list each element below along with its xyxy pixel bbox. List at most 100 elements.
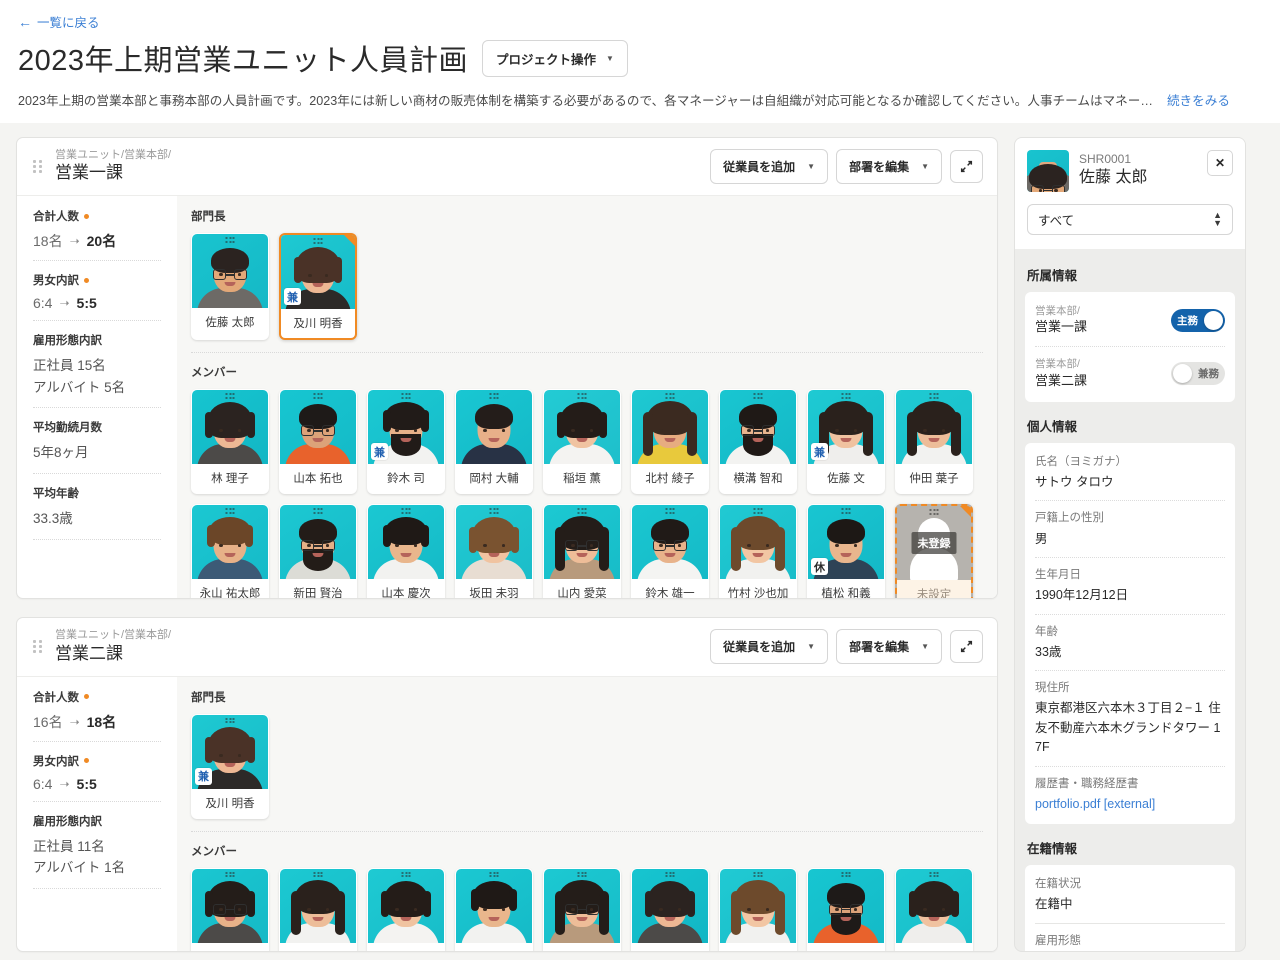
department-actions: 従業員を追加 ▼ 部署を編集 ▼ xyxy=(710,149,983,185)
drag-handle-icon[interactable] xyxy=(33,639,45,655)
project-action-label: プロジェクト操作 xyxy=(496,52,597,67)
drag-handle-icon[interactable] xyxy=(225,717,235,723)
person-card[interactable] xyxy=(807,867,885,952)
person-card[interactable]: 兼 及川 明香 xyxy=(279,233,357,341)
person-photo xyxy=(192,505,268,580)
person-card[interactable]: 横溝 智和 xyxy=(719,389,797,495)
affiliation-toggle[interactable]: 主務 xyxy=(1171,308,1225,332)
drag-handle-icon[interactable] xyxy=(753,508,763,514)
person-card[interactable]: 休 植松 和義 xyxy=(807,504,885,599)
person-card[interactable]: 佐藤 太郎 xyxy=(191,233,269,341)
edit-department-label: 部署を編集 xyxy=(849,640,910,655)
person-card[interactable] xyxy=(279,867,357,952)
drag-handle-icon[interactable] xyxy=(753,871,763,877)
person-card[interactable] xyxy=(367,867,445,952)
expand-button[interactable] xyxy=(950,150,983,184)
person-photo: 兼 xyxy=(808,390,884,465)
project-action-button[interactable]: プロジェクト操作 ▼ xyxy=(482,39,628,77)
drag-handle-icon[interactable] xyxy=(313,508,323,514)
edit-department-button[interactable]: 部署を編集 ▼ xyxy=(836,629,942,665)
drag-handle-icon[interactable] xyxy=(313,393,323,399)
drag-handle-icon[interactable] xyxy=(665,393,675,399)
person-card[interactable]: 兼 及川 明香 xyxy=(191,713,269,819)
drag-handle-icon[interactable] xyxy=(489,393,499,399)
employee-detail-sections[interactable]: 所属情報 営業本部/ 営業一課 主務 営業本部/ 営業二課 兼務 個人情報 氏名… xyxy=(1015,249,1245,951)
person-card[interactable]: 仲田 葉子 xyxy=(895,389,973,495)
edit-department-button[interactable]: 部署を編集 ▼ xyxy=(836,149,942,185)
person-photo: 兼 xyxy=(281,235,355,310)
person-card[interactable]: 山内 愛菜 xyxy=(543,504,621,599)
person-card[interactable] xyxy=(543,867,621,952)
drag-handle-icon[interactable] xyxy=(33,159,45,175)
close-icon[interactable]: ✕ xyxy=(1207,150,1233,176)
person-card[interactable] xyxy=(631,867,709,952)
drag-handle-icon[interactable] xyxy=(225,393,235,399)
person-card[interactable]: 新田 賢治 xyxy=(279,504,357,599)
stat-item: 合計人数 16名 ➝ 18名 xyxy=(33,689,161,742)
add-employee-button[interactable]: 従業員を追加 ▼ xyxy=(710,629,829,665)
detail-field: 戸籍上の性別 男 xyxy=(1035,501,1225,558)
person-card[interactable] xyxy=(719,867,797,952)
person-card[interactable]: 永山 祐太郎 xyxy=(191,504,269,599)
manager-card-row: 佐藤 太郎 兼 及川 明香 xyxy=(191,233,983,341)
affiliation-toggle[interactable]: 兼務 xyxy=(1171,362,1225,386)
drag-handle-icon[interactable] xyxy=(489,508,499,514)
person-card[interactable]: 坂田 未羽 xyxy=(455,504,533,599)
detail-filter-select[interactable]: すべて ▲ ▼ xyxy=(1027,204,1233,235)
stat-item: 合計人数 18名 ➝ 20名 xyxy=(33,208,161,262)
stat-value-before: 6:4 xyxy=(33,775,53,792)
drag-handle-icon[interactable] xyxy=(577,393,587,399)
person-card[interactable] xyxy=(895,867,973,952)
expand-button[interactable] xyxy=(950,630,983,664)
person-card[interactable]: 竹村 沙也加 xyxy=(719,504,797,599)
person-card[interactable] xyxy=(191,867,269,952)
stat-value-after: 18名 xyxy=(86,713,117,730)
drag-handle-icon[interactable] xyxy=(401,871,411,877)
person-card[interactable]: 山本 拓也 xyxy=(279,389,357,495)
detail-field: 氏名（ヨミガナ） サトウ タロウ xyxy=(1035,445,1225,502)
person-card[interactable]: 林 理子 xyxy=(191,389,269,495)
drag-handle-icon[interactable] xyxy=(401,393,411,399)
toggle-knob xyxy=(1204,310,1223,330)
drag-handle-icon[interactable] xyxy=(225,237,235,243)
person-card[interactable]: 北村 綾子 xyxy=(631,389,709,495)
person-card[interactable]: 兼 鈴木 司 xyxy=(367,389,445,495)
person-card-unregistered[interactable]: 未登録 未設定 xyxy=(895,504,973,599)
back-link-label: 一覧に戻る xyxy=(37,16,100,30)
edit-department-label: 部署を編集 xyxy=(849,160,910,175)
drag-handle-icon[interactable] xyxy=(665,508,675,514)
drag-handle-icon[interactable] xyxy=(225,871,235,877)
person-card[interactable]: 岡村 大輔 xyxy=(455,389,533,495)
field-value[interactable]: portfolio.pdf [external] xyxy=(1035,795,1225,814)
field-label: 氏名（ヨミガナ） xyxy=(1035,455,1127,468)
drag-handle-icon[interactable] xyxy=(313,238,323,244)
person-card[interactable] xyxy=(455,867,533,952)
drag-handle-icon[interactable] xyxy=(577,508,587,514)
manager-group-label: 部門長 xyxy=(191,211,226,224)
add-employee-button[interactable]: 従業員を追加 ▼ xyxy=(710,149,829,185)
person-name: 山本 慶次 xyxy=(381,588,431,600)
drag-handle-icon[interactable] xyxy=(753,393,763,399)
drag-handle-icon[interactable] xyxy=(929,509,939,515)
drag-handle-icon[interactable] xyxy=(489,871,499,877)
person-card[interactable]: 兼 佐藤 文 xyxy=(807,389,885,495)
person-photo: 休 xyxy=(808,505,884,580)
drag-handle-icon[interactable] xyxy=(225,508,235,514)
employment-card: 在籍状況 在籍中 雇用形態 xyxy=(1025,865,1235,951)
person-card[interactable]: 山本 慶次 xyxy=(367,504,445,599)
drag-handle-icon[interactable] xyxy=(929,871,939,877)
drag-handle-icon[interactable] xyxy=(841,393,851,399)
drag-handle-icon[interactable] xyxy=(841,508,851,514)
drag-handle-icon[interactable] xyxy=(841,871,851,877)
drag-handle-icon[interactable] xyxy=(401,508,411,514)
back-to-list-link[interactable]: ← 一覧に戻る xyxy=(18,12,100,31)
read-more-link[interactable]: 続きをみる xyxy=(1167,90,1230,109)
description-row: 2023年上期の営業本部と事務本部の人員計画です。2023年には新しい商材の販売… xyxy=(18,90,1262,109)
drag-handle-icon[interactable] xyxy=(929,393,939,399)
drag-handle-icon[interactable] xyxy=(313,871,323,877)
drag-handle-icon[interactable] xyxy=(577,871,587,877)
page-header: ← 一覧に戻る 2023年上期営業ユニット人員計画 プロジェクト操作 ▼ 202… xyxy=(0,0,1280,123)
person-card[interactable]: 稲垣 薫 xyxy=(543,389,621,495)
person-card[interactable]: 鈴木 雄一 xyxy=(631,504,709,599)
drag-handle-icon[interactable] xyxy=(665,871,675,877)
